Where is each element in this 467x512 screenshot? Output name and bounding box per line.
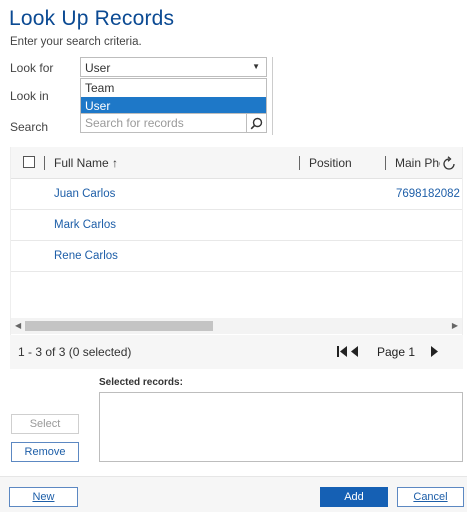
selected-records-label: Selected records: bbox=[99, 377, 183, 388]
refresh-button[interactable] bbox=[440, 155, 458, 173]
header-separator bbox=[299, 156, 300, 170]
cell-full-name[interactable]: Mark Carlos bbox=[54, 219, 116, 231]
look-for-value: User bbox=[85, 61, 111, 75]
scroll-left-icon[interactable]: ◀ bbox=[15, 321, 21, 330]
search-icon bbox=[250, 117, 263, 129]
look-in-label: Look in bbox=[10, 89, 49, 103]
results-grid: Full Name ↑ Position Main Pho Juan Carlo… bbox=[10, 147, 463, 335]
new-button[interactable]: New bbox=[9, 487, 78, 507]
dropdown-option-team[interactable]: Team bbox=[81, 79, 266, 97]
page-number: Page 1 bbox=[377, 345, 416, 359]
remove-button[interactable]: Remove bbox=[11, 442, 79, 462]
search-input[interactable] bbox=[81, 114, 241, 132]
select-all-checkbox[interactable] bbox=[23, 156, 35, 168]
search-button[interactable] bbox=[246, 114, 266, 132]
look-for-dropdown: Team User bbox=[80, 78, 267, 116]
scroll-right-icon[interactable]: ▶ bbox=[452, 321, 458, 330]
caret-down-icon: ▼ bbox=[252, 62, 260, 71]
selected-records-box[interactable] bbox=[99, 392, 463, 462]
column-header-full-name[interactable]: Full Name ↑ bbox=[54, 156, 118, 170]
grid-header: Full Name ↑ Position Main Pho bbox=[11, 147, 462, 179]
table-row[interactable]: Rene Carlos bbox=[11, 241, 462, 272]
cell-full-name[interactable]: Juan Carlos bbox=[54, 188, 115, 200]
table-row[interactable]: Mark Carlos bbox=[11, 210, 462, 241]
cell-full-name[interactable]: Rene Carlos bbox=[54, 250, 118, 262]
cancel-button[interactable]: Cancel bbox=[397, 487, 464, 507]
header-separator bbox=[385, 156, 386, 170]
next-page-icon[interactable] bbox=[431, 346, 439, 360]
first-page-icon[interactable] bbox=[337, 346, 348, 360]
search-label: Search bbox=[10, 120, 49, 134]
horizontal-scrollbar[interactable]: ◀ ▶ bbox=[11, 318, 462, 334]
header-separator bbox=[44, 156, 45, 170]
search-box bbox=[80, 113, 267, 133]
dialog-subtitle: Enter your search criteria. bbox=[10, 36, 142, 48]
dialog-title: Look Up Records bbox=[9, 7, 175, 30]
look-for-label: Look for bbox=[10, 61, 54, 75]
record-count: 1 - 3 of 3 (0 selected) bbox=[18, 345, 132, 359]
column-header-main-phone[interactable]: Main Pho bbox=[395, 156, 446, 170]
scrollbar-thumb[interactable] bbox=[25, 321, 213, 331]
previous-page-icon[interactable] bbox=[351, 346, 359, 360]
select-button[interactable]: Select bbox=[11, 414, 79, 434]
divider bbox=[272, 57, 273, 135]
refresh-icon bbox=[443, 156, 455, 170]
footer: New Add Cancel bbox=[0, 476, 467, 512]
table-row[interactable]: Juan Carlos 7698182082 bbox=[11, 179, 462, 210]
cell-main-phone[interactable]: 7698182082 bbox=[396, 188, 460, 200]
add-button[interactable]: Add bbox=[320, 487, 388, 507]
column-header-position[interactable]: Position bbox=[309, 156, 352, 170]
pager: 1 - 3 of 3 (0 selected) Page 1 bbox=[10, 335, 463, 369]
look-for-select[interactable]: User ▼ bbox=[80, 57, 267, 77]
